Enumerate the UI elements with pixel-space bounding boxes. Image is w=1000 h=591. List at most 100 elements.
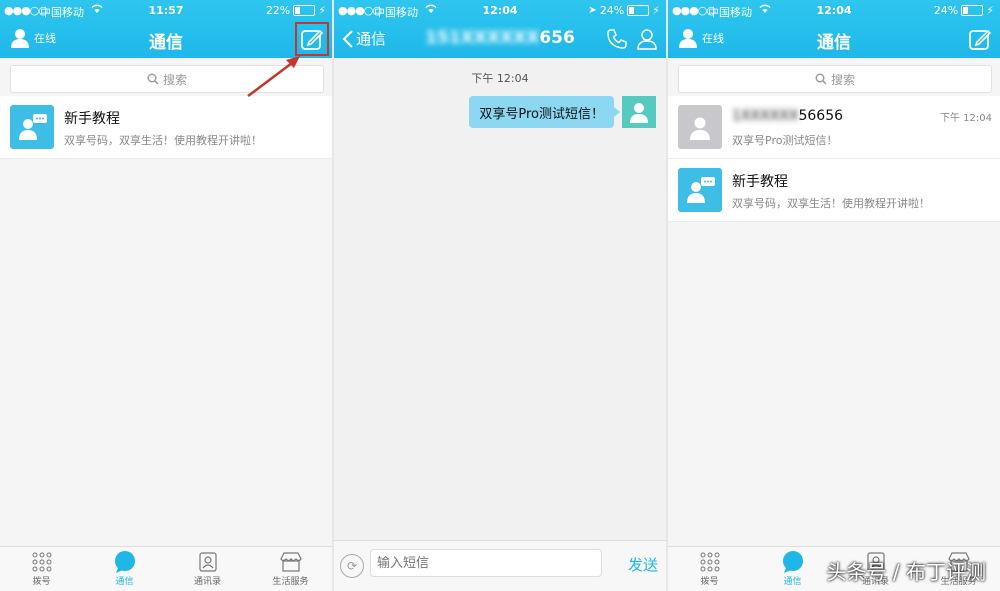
- conversation-list: 新手教程 双享号码，双享生活！使用教程开讲啦！: [0, 96, 332, 159]
- tab-label: 拨号: [32, 577, 51, 587]
- search-icon: [815, 73, 827, 85]
- compose-icon: [969, 29, 992, 50]
- dialpad-icon: [699, 550, 721, 574]
- compose-icon: [301, 29, 324, 50]
- tab-label: 通信: [783, 577, 802, 587]
- tab-label: 通讯录: [193, 577, 221, 587]
- battery-percent: 22%: [265, 4, 291, 17]
- header: ●●●○○ 中国移动 12:04 ➤ 24% ⚡ 通信 151XXXXXX656: [334, 0, 666, 58]
- status-bar: ●●●○○ 中国移动 11:57 22% ⚡: [0, 0, 332, 20]
- charging-icon: ⚡: [652, 4, 660, 17]
- conversation-name: 新手教程: [732, 174, 788, 190]
- tab-label: 生活服务: [272, 577, 309, 587]
- battery-indicator: 24% ⚡: [934, 4, 994, 17]
- conversation-preview: 双享号码，双享生活！使用教程开讲啦！: [732, 197, 930, 210]
- wifi-icon: [758, 2, 772, 17]
- battery-icon: [293, 5, 316, 16]
- search-field[interactable]: 搜索: [678, 65, 992, 93]
- message-input-bar: ⟳ 发送: [334, 540, 666, 591]
- name-redacted: XXXXXX: [740, 108, 799, 124]
- conversation-name: 1XXXXXX56656: [732, 108, 843, 124]
- user-icon: [679, 29, 697, 48]
- battery-percent: 24%: [933, 4, 959, 17]
- charging-icon: ⚡: [986, 4, 994, 17]
- status-bar: ●●●○○ 中国移动 12:04 ➤ 24% ⚡: [334, 0, 666, 20]
- conversation-time: 下午 12:04: [940, 113, 992, 124]
- user-outline-icon: [637, 29, 657, 50]
- name-suffix: 56656: [798, 108, 844, 124]
- tab-contacts[interactable]: 通讯录: [166, 547, 249, 591]
- tutorial-avatar-icon: [678, 168, 722, 212]
- tutorial-avatar-icon: [10, 105, 54, 149]
- search-placeholder: 搜索: [162, 72, 187, 87]
- conversation-preview: 双享号Pro测试短信！: [732, 134, 838, 147]
- phone-call-button[interactable]: [606, 28, 628, 54]
- shop-icon: [279, 550, 303, 574]
- online-label: 在线: [702, 32, 724, 45]
- tab-label: 通信: [115, 577, 134, 587]
- charging-icon: ⚡: [318, 4, 326, 17]
- location-icon: ➤: [588, 5, 597, 16]
- nav-bar: 通信 151XXXXXX656: [334, 22, 666, 58]
- screen-conversation: ●●●○○ 中国移动 12:04 ➤ 24% ⚡ 通信 151XXXXXX656: [334, 0, 666, 591]
- phone-icon: [607, 29, 627, 49]
- send-button[interactable]: 发送: [628, 554, 658, 575]
- tab-dial[interactable]: 拨号: [0, 547, 83, 591]
- header: ●●●○○ 中国移动 12:04 24% ⚡ 在线 通信: [668, 0, 1000, 58]
- compose-button[interactable]: [968, 27, 992, 51]
- message-bubble[interactable]: 双享号Pro测试短信！: [469, 96, 620, 128]
- title-redacted: XXXXXX: [460, 28, 540, 48]
- chat-area: [334, 58, 666, 541]
- carrier-label: 中国移动: [708, 6, 752, 19]
- screen-messages-list: ●●●○○ 中国移动 11:57 22% ⚡ 在线 通信 搜索 新手教程 双享号…: [0, 0, 332, 591]
- online-label: 在线: [34, 32, 56, 45]
- tab-messages[interactable]: 通信: [751, 547, 834, 591]
- conversation-preview: 双享号码，双享生活！使用教程开讲啦！: [64, 134, 262, 147]
- title-prefix: 151: [425, 28, 461, 48]
- wifi-icon: [424, 2, 438, 17]
- tab-bar: 拨号 通信 通讯录 生活服务: [0, 546, 332, 591]
- title-suffix: 656: [539, 28, 575, 48]
- user-icon: [11, 29, 29, 48]
- chat-bubble-icon: [781, 550, 805, 574]
- conversation-list: 1XXXXXX56656 双享号Pro测试短信！ 下午 12:04 新手教程 双…: [668, 96, 1000, 222]
- battery-indicator: ➤ 24% ⚡: [588, 4, 660, 17]
- battery-indicator: 22% ⚡: [266, 4, 326, 17]
- chevron-left-icon: [342, 29, 353, 48]
- dialpad-icon: [31, 550, 53, 574]
- header: ●●●○○ 中国移动 11:57 22% ⚡ 在线 通信: [0, 0, 332, 58]
- refresh-icon[interactable]: ⟳: [340, 554, 364, 578]
- tab-label: 拨号: [700, 577, 719, 587]
- tab-dial[interactable]: 拨号: [668, 547, 751, 591]
- online-status-button[interactable]: 在线: [10, 28, 56, 48]
- conversation-item[interactable]: 新手教程 双享号码，双享生活！使用教程开讲啦！: [0, 96, 332, 159]
- back-button[interactable]: 通信: [342, 28, 386, 49]
- chat-timestamp: 下午 12:04: [471, 72, 529, 85]
- search-placeholder: 搜索: [830, 72, 855, 87]
- back-label: 通信: [356, 30, 387, 48]
- wifi-icon: [90, 2, 104, 17]
- carrier-label: 中国移动: [40, 6, 84, 19]
- screen-messages-list-updated: ●●●○○ 中国移动 12:04 24% ⚡ 在线 通信 搜索 1XXXXXX5…: [668, 0, 1000, 591]
- carrier-label: 中国移动: [374, 6, 418, 19]
- online-status-button[interactable]: 在线: [678, 28, 724, 48]
- contact-info-button[interactable]: [636, 28, 658, 54]
- chat-bubble-icon: [113, 550, 137, 574]
- contact-avatar-icon: [678, 105, 722, 149]
- name-prefix: 1: [732, 108, 741, 124]
- conversation-item[interactable]: 1XXXXXX56656 双享号Pro测试短信！ 下午 12:04: [668, 96, 1000, 159]
- tab-services[interactable]: 生活服务: [249, 547, 332, 591]
- status-bar: ●●●○○ 中国移动 12:04 24% ⚡: [668, 0, 1000, 20]
- contacts-book-icon: [197, 550, 219, 574]
- annotation-arrow: [247, 56, 300, 97]
- conversation-name: 新手教程: [64, 111, 120, 127]
- watermark: 头条号 / 布丁评测: [826, 560, 986, 584]
- conversation-item[interactable]: 新手教程 双享号码，双享生活！使用教程开讲啦！: [668, 159, 1000, 222]
- compose-button[interactable]: [295, 22, 329, 56]
- my-avatar-icon: [622, 96, 656, 128]
- tab-messages[interactable]: 通信: [83, 547, 166, 591]
- battery-icon: [627, 5, 650, 16]
- battery-percent: 24%: [599, 4, 625, 17]
- search-icon: [147, 73, 159, 85]
- message-input[interactable]: [370, 549, 602, 577]
